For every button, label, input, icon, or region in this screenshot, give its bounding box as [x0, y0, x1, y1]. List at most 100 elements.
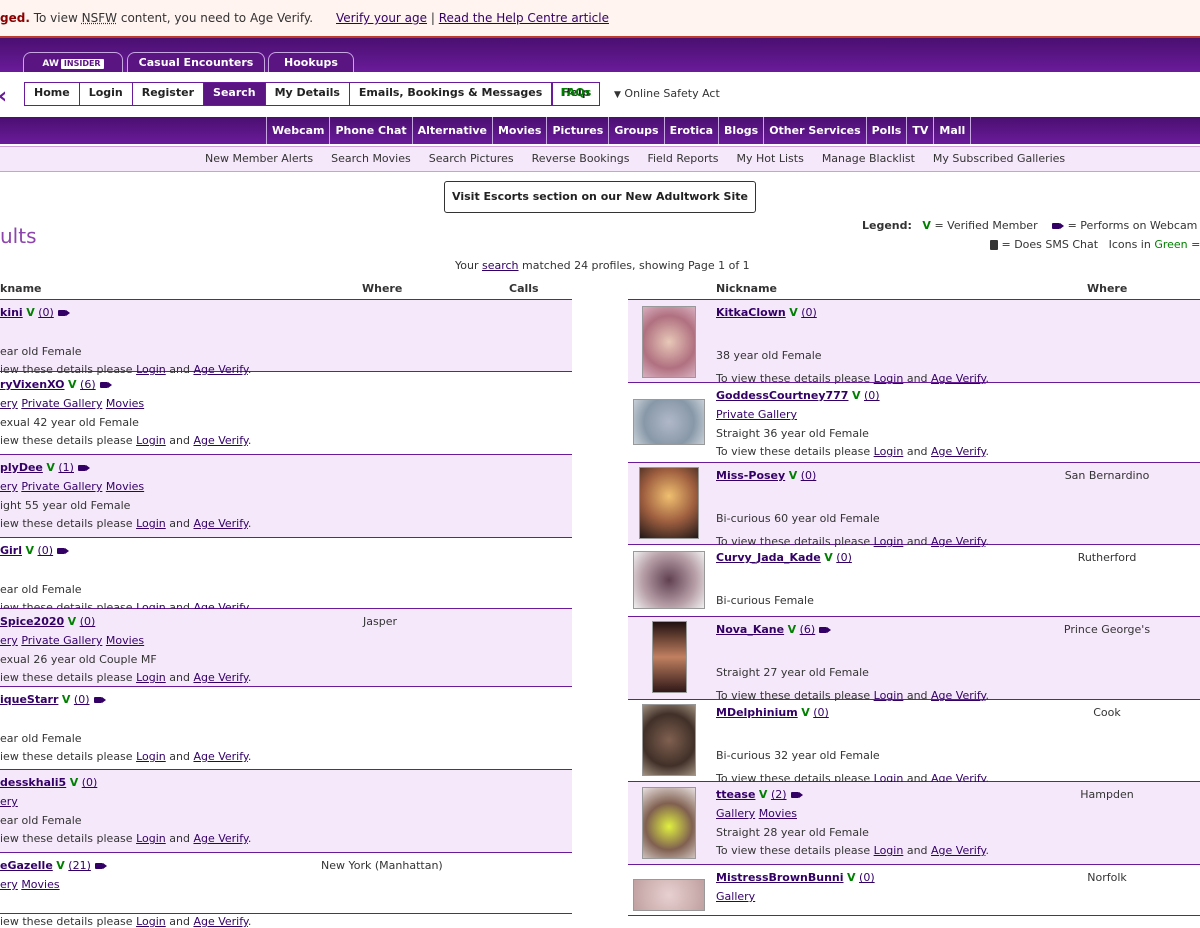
category-other-services[interactable]: Other Services — [763, 117, 865, 144]
gallery-link[interactable]: ery — [0, 480, 18, 493]
profile-nickname-link[interactable]: eGazelle — [0, 859, 53, 872]
feedback-count-link[interactable]: (0) — [38, 544, 54, 557]
gallery-link[interactable]: ery — [0, 795, 18, 808]
category-webcam[interactable]: Webcam — [266, 117, 329, 144]
profile-nickname-link[interactable]: MistressBrownBunni — [716, 871, 844, 884]
casual-encounters-tab[interactable]: Casual Encounters — [127, 52, 265, 73]
login-link[interactable]: Login — [136, 434, 166, 447]
sublink-search-pictures[interactable]: Search Pictures — [429, 152, 514, 165]
login-link[interactable]: Login — [136, 915, 166, 928]
category-tv[interactable]: TV — [906, 117, 933, 144]
profile-nickname-link[interactable]: Curvy_Jada_Kade — [716, 551, 821, 564]
logo-chevron-icon[interactable]: ‹ — [0, 84, 7, 109]
profile-thumbnail[interactable] — [642, 306, 696, 378]
age-verify-link[interactable]: Age Verify — [193, 750, 247, 763]
gallery-link[interactable]: Private Gallery — [716, 408, 797, 421]
verify-age-link[interactable]: Verify your age — [336, 11, 427, 25]
profile-nickname-link[interactable]: GoddessCourtney777 — [716, 389, 848, 402]
category-phone-chat[interactable]: Phone Chat — [329, 117, 411, 144]
age-verify-link[interactable]: Age Verify — [193, 517, 247, 530]
feedback-count-link[interactable]: (2) — [771, 788, 787, 801]
gallery-link[interactable]: Gallery — [716, 890, 755, 903]
age-verify-link[interactable]: Age Verify — [931, 844, 985, 857]
profile-nickname-link[interactable]: Spice2020 — [0, 615, 64, 628]
gallery-link[interactable]: Private Gallery — [21, 397, 102, 410]
profile-thumbnail[interactable] — [633, 399, 705, 445]
category-alternative[interactable]: Alternative — [411, 117, 492, 144]
nav-login[interactable]: Login — [79, 83, 133, 105]
profile-nickname-link[interactable]: Nova_Kane — [716, 623, 784, 636]
category-groups[interactable]: Groups — [608, 117, 663, 144]
profile-thumbnail[interactable] — [639, 467, 699, 539]
nav-home[interactable]: Home — [25, 83, 80, 105]
age-verify-link[interactable]: Age Verify — [193, 915, 247, 928]
profile-thumbnail[interactable] — [642, 787, 696, 859]
age-verify-link[interactable]: Age Verify — [193, 434, 247, 447]
search-link[interactable]: search — [482, 259, 519, 272]
nav-search[interactable]: Search — [204, 83, 266, 105]
gallery-link[interactable]: Private Gallery — [21, 480, 102, 493]
profile-thumbnail[interactable] — [633, 879, 705, 911]
escorts-section-button[interactable]: Visit Escorts section on our New Adultwo… — [444, 181, 756, 213]
feedback-count-link[interactable]: (0) — [38, 306, 54, 319]
profile-nickname-link[interactable]: ttease — [716, 788, 755, 801]
profile-nickname-link[interactable]: plyDee — [0, 461, 43, 474]
gallery-link[interactable]: Movies — [106, 634, 144, 647]
login-link[interactable]: Login — [136, 517, 166, 530]
feedback-count-link[interactable]: (6) — [800, 623, 816, 636]
category-pictures[interactable]: Pictures — [546, 117, 608, 144]
gallery-link[interactable]: ery — [0, 634, 18, 647]
hookups-tab[interactable]: Hookups — [268, 52, 354, 73]
help-centre-link[interactable]: Read the Help Centre article — [439, 11, 609, 25]
profile-nickname-link[interactable]: Miss-Posey — [716, 469, 785, 482]
feedback-count-link[interactable]: (0) — [859, 871, 875, 884]
feedback-count-link[interactable]: (0) — [813, 706, 829, 719]
age-verify-link[interactable]: Age Verify — [931, 445, 985, 458]
feedback-count-link[interactable]: (0) — [801, 306, 817, 319]
profile-nickname-link[interactable]: KitkaClown — [716, 306, 786, 319]
category-erotica[interactable]: Erotica — [663, 117, 718, 144]
login-link[interactable]: Login — [136, 671, 166, 684]
login-link[interactable]: Login — [874, 844, 904, 857]
category-polls[interactable]: Polls — [865, 117, 907, 144]
login-link[interactable]: Login — [136, 832, 166, 845]
feedback-count-link[interactable]: (0) — [80, 615, 96, 628]
profile-nickname-link[interactable]: MDelphinium — [716, 706, 798, 719]
sublink-field-reports[interactable]: Field Reports — [647, 152, 718, 165]
feedback-count-link[interactable]: (0) — [864, 389, 880, 402]
category-mall[interactable]: Mall — [933, 117, 972, 144]
gallery-link[interactable]: ery — [0, 878, 18, 891]
profile-thumbnail[interactable] — [633, 551, 705, 609]
gallery-link[interactable]: Movies — [21, 878, 59, 891]
feedback-count-link[interactable]: (0) — [836, 551, 852, 564]
feedback-count-link[interactable]: (21) — [68, 859, 91, 872]
profile-thumbnail[interactable] — [642, 704, 696, 776]
faqs-button[interactable]: FAQs — [552, 82, 600, 106]
sublink-search-movies[interactable]: Search Movies — [331, 152, 411, 165]
profile-nickname-link[interactable]: iqueStarr — [0, 693, 58, 706]
sublink-manage-blacklist[interactable]: Manage Blacklist — [822, 152, 915, 165]
sublink-my-subscribed-galleries[interactable]: My Subscribed Galleries — [933, 152, 1065, 165]
age-verify-link[interactable]: Age Verify — [193, 832, 247, 845]
gallery-link[interactable]: ery — [0, 397, 18, 410]
sublink-new-member-alerts[interactable]: New Member Alerts — [205, 152, 313, 165]
gallery-link[interactable]: Gallery — [716, 807, 755, 820]
profile-nickname-link[interactable]: kini — [0, 306, 23, 319]
gallery-link[interactable]: Movies — [106, 480, 144, 493]
gallery-link[interactable]: Private Gallery — [21, 634, 102, 647]
login-link[interactable]: Login — [874, 445, 904, 458]
feedback-count-link[interactable]: (0) — [801, 469, 817, 482]
feedback-count-link[interactable]: (0) — [82, 776, 98, 789]
online-safety-dropdown[interactable]: ▼ Online Safety Act — [614, 87, 720, 100]
feedback-count-link[interactable]: (0) — [74, 693, 90, 706]
profile-nickname-link[interactable]: Girl — [0, 544, 22, 557]
sublink-reverse-bookings[interactable]: Reverse Bookings — [532, 152, 630, 165]
feedback-count-link[interactable]: (6) — [80, 378, 96, 391]
profile-nickname-link[interactable]: ryVixenXO — [0, 378, 65, 391]
aw-insider-tab[interactable]: AW INSIDER — [23, 52, 123, 73]
category-blogs[interactable]: Blogs — [718, 117, 763, 144]
feedback-count-link[interactable]: (1) — [58, 461, 74, 474]
nav-emails-bookings-messages[interactable]: Emails, Bookings & Messages — [349, 83, 553, 105]
nav-my-details[interactable]: My Details — [265, 83, 350, 105]
nav-register[interactable]: Register — [132, 83, 205, 105]
